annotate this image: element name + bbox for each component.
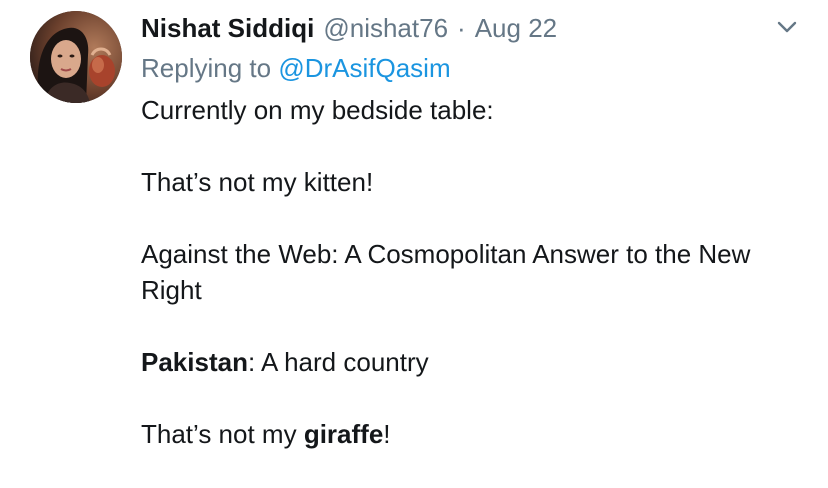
author-name[interactable]: Nishat Siddiqi	[141, 11, 314, 45]
book-4-bold: giraffe	[303, 419, 384, 449]
tweet-line-book-2: Against the Web: A Cosmopolitan Answer t…	[141, 239, 751, 305]
replying-prefix: Replying to	[141, 53, 272, 83]
tweet-text: Currently on my bedside table: That’s no…	[141, 92, 801, 488]
book-3-rest: : A hard country	[247, 347, 429, 377]
tweet-intro: Currently on my bedside table:	[141, 95, 494, 125]
tweet-line-book-3: Pakistan: A hard country	[141, 344, 801, 380]
tweet-line-book-4: That’s not my giraffe!	[141, 416, 801, 452]
tweet-header: Nishat Siddiqi @nishat76 · Aug 22	[141, 11, 557, 45]
book-4-prefix: That’s not my	[141, 419, 304, 449]
tweet-date[interactable]: Aug 22	[475, 11, 557, 45]
separator-dot: ·	[457, 13, 466, 43]
chevron-down-icon[interactable]	[776, 16, 798, 38]
author-handle[interactable]: @nishat76	[323, 11, 448, 45]
book-4-suffix: !	[383, 419, 391, 449]
tweet: Nishat Siddiqi @nishat76 · Aug 22 Replyi…	[0, 0, 828, 462]
replying-handle-link[interactable]: @DrAsifQasim	[278, 53, 450, 83]
avatar-image	[30, 11, 122, 103]
tweet-line-book-1: That’s not my kitten!	[141, 167, 374, 197]
avatar[interactable]	[30, 11, 122, 103]
replying-to-line: Replying to @DrAsifQasim	[141, 51, 451, 85]
book-3-bold: Pakistan	[141, 347, 248, 377]
